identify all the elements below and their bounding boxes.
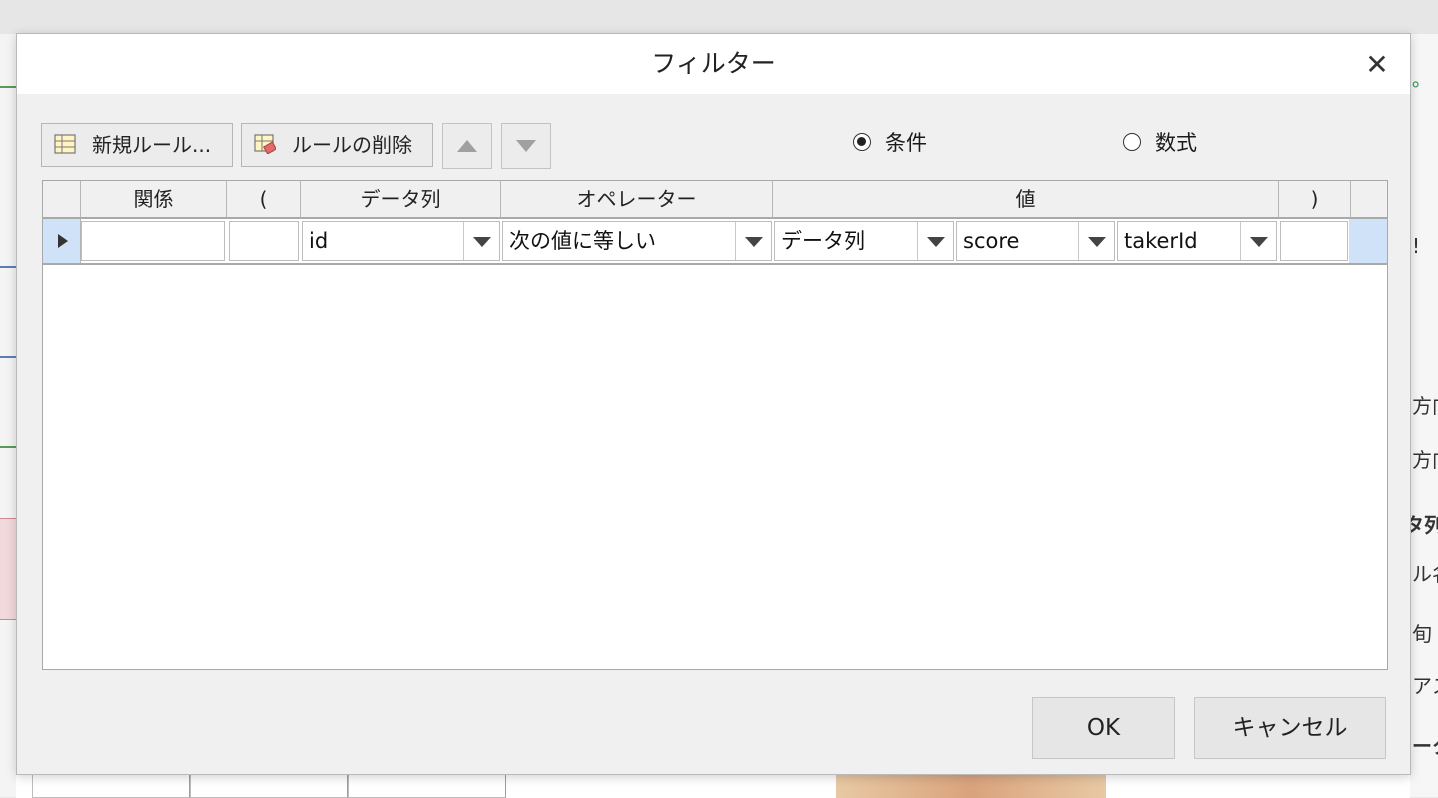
close-paren-cell[interactable]: [1280, 221, 1348, 261]
bg-fragment: 方向: [1412, 394, 1438, 418]
value-column-value: takerId: [1124, 229, 1198, 253]
value-table-value: score: [963, 229, 1020, 253]
header-close-paren[interactable]: ): [1279, 181, 1351, 219]
header-value[interactable]: 値: [773, 181, 1279, 219]
header-relation[interactable]: 関係: [81, 181, 227, 219]
operator-dropdown[interactable]: [735, 222, 771, 260]
data-column-select[interactable]: id: [302, 221, 500, 261]
header-operator[interactable]: オペレーター: [501, 181, 773, 219]
radio-formula-icon: [1123, 133, 1141, 151]
table-row: id 次の値に等しい データ列 score takerId: [43, 219, 1387, 265]
close-icon[interactable]: ✕: [1360, 48, 1394, 82]
background-sheet: [16, 773, 1410, 798]
bg-fragment: !: [1412, 234, 1421, 258]
operator-select[interactable]: 次の値に等しい: [502, 221, 772, 261]
header-open-paren[interactable]: (: [227, 181, 301, 219]
row-selector[interactable]: [43, 219, 81, 263]
current-row-icon: [58, 234, 68, 248]
bg-fragment: 方向: [1412, 448, 1438, 472]
bg-fragment: タ列: [1410, 513, 1438, 537]
delete-rule-button[interactable]: ルールの削除: [241, 123, 433, 167]
operator-value: 次の値に等しい: [509, 229, 656, 253]
bg-fragment: ル名: [1412, 562, 1438, 586]
background-left-panel: [0, 34, 17, 797]
arrow-down-icon: [516, 140, 536, 152]
radio-formula-label: 数式: [1155, 131, 1197, 155]
data-column-dropdown[interactable]: [463, 222, 499, 260]
value-column-dropdown[interactable]: [1240, 222, 1276, 260]
move-up-button[interactable]: [442, 123, 492, 169]
value-table-select[interactable]: score: [956, 221, 1115, 261]
radio-condition[interactable]: 条件: [853, 128, 953, 158]
radio-condition-label: 条件: [885, 131, 927, 155]
chevron-down-icon: [745, 237, 763, 247]
bg-fragment: ータ: [1412, 734, 1438, 758]
delete-rule-label: ルールの削除: [292, 133, 412, 157]
bg-fragment: アス: [1412, 674, 1438, 698]
value-type-value: データ列: [781, 229, 865, 253]
bg-fragment: 旬: [1412, 622, 1432, 646]
new-rule-label: 新規ルール...: [92, 133, 212, 157]
header-data-column[interactable]: データ列: [301, 181, 501, 219]
row-end-cell: [1349, 219, 1387, 263]
open-paren-cell[interactable]: [229, 221, 299, 261]
move-down-button[interactable]: [501, 123, 551, 169]
header-row-indicator: [43, 181, 81, 219]
value-type-select[interactable]: データ列: [774, 221, 954, 261]
cancel-button[interactable]: キャンセル: [1194, 697, 1386, 759]
new-rule-button[interactable]: 新規ルール...: [41, 123, 233, 167]
chevron-down-icon: [473, 237, 491, 247]
ok-button[interactable]: OK: [1032, 697, 1175, 759]
dialog-title-bar: フィルター ✕: [17, 34, 1410, 94]
dialog-title: フィルター: [651, 49, 776, 78]
radio-formula[interactable]: 数式: [1123, 128, 1223, 158]
relation-cell[interactable]: [81, 221, 225, 261]
chevron-down-icon: [1250, 237, 1268, 247]
background-right-panel: ゜レ ! 方向 方向 タ列 ル名 旬 アス ータ: [1410, 34, 1438, 797]
data-column-value: id: [309, 229, 329, 253]
rules-grid: 関係 ( データ列 オペレーター 値 ) id 次の値に等しい データ列 sco…: [42, 180, 1388, 670]
delete-rule-icon: [254, 134, 276, 154]
bg-fragment: ゜レ: [1412, 80, 1438, 110]
value-column-select[interactable]: takerId: [1117, 221, 1277, 261]
background-toolbar: [0, 0, 1438, 35]
chevron-down-icon: [927, 237, 945, 247]
chevron-down-icon: [1088, 237, 1106, 247]
header-end: [1351, 181, 1387, 219]
new-rule-icon: [54, 134, 76, 154]
filter-dialog: フィルター ✕ 新規ルール... ルールの削除 条件 数式 関係 (データ列 …: [16, 33, 1411, 775]
radio-condition-icon: [853, 133, 871, 151]
background-image: [836, 774, 1106, 798]
arrow-up-icon: [457, 140, 477, 152]
value-table-dropdown[interactable]: [1078, 222, 1114, 260]
value-type-dropdown[interactable]: [917, 222, 953, 260]
